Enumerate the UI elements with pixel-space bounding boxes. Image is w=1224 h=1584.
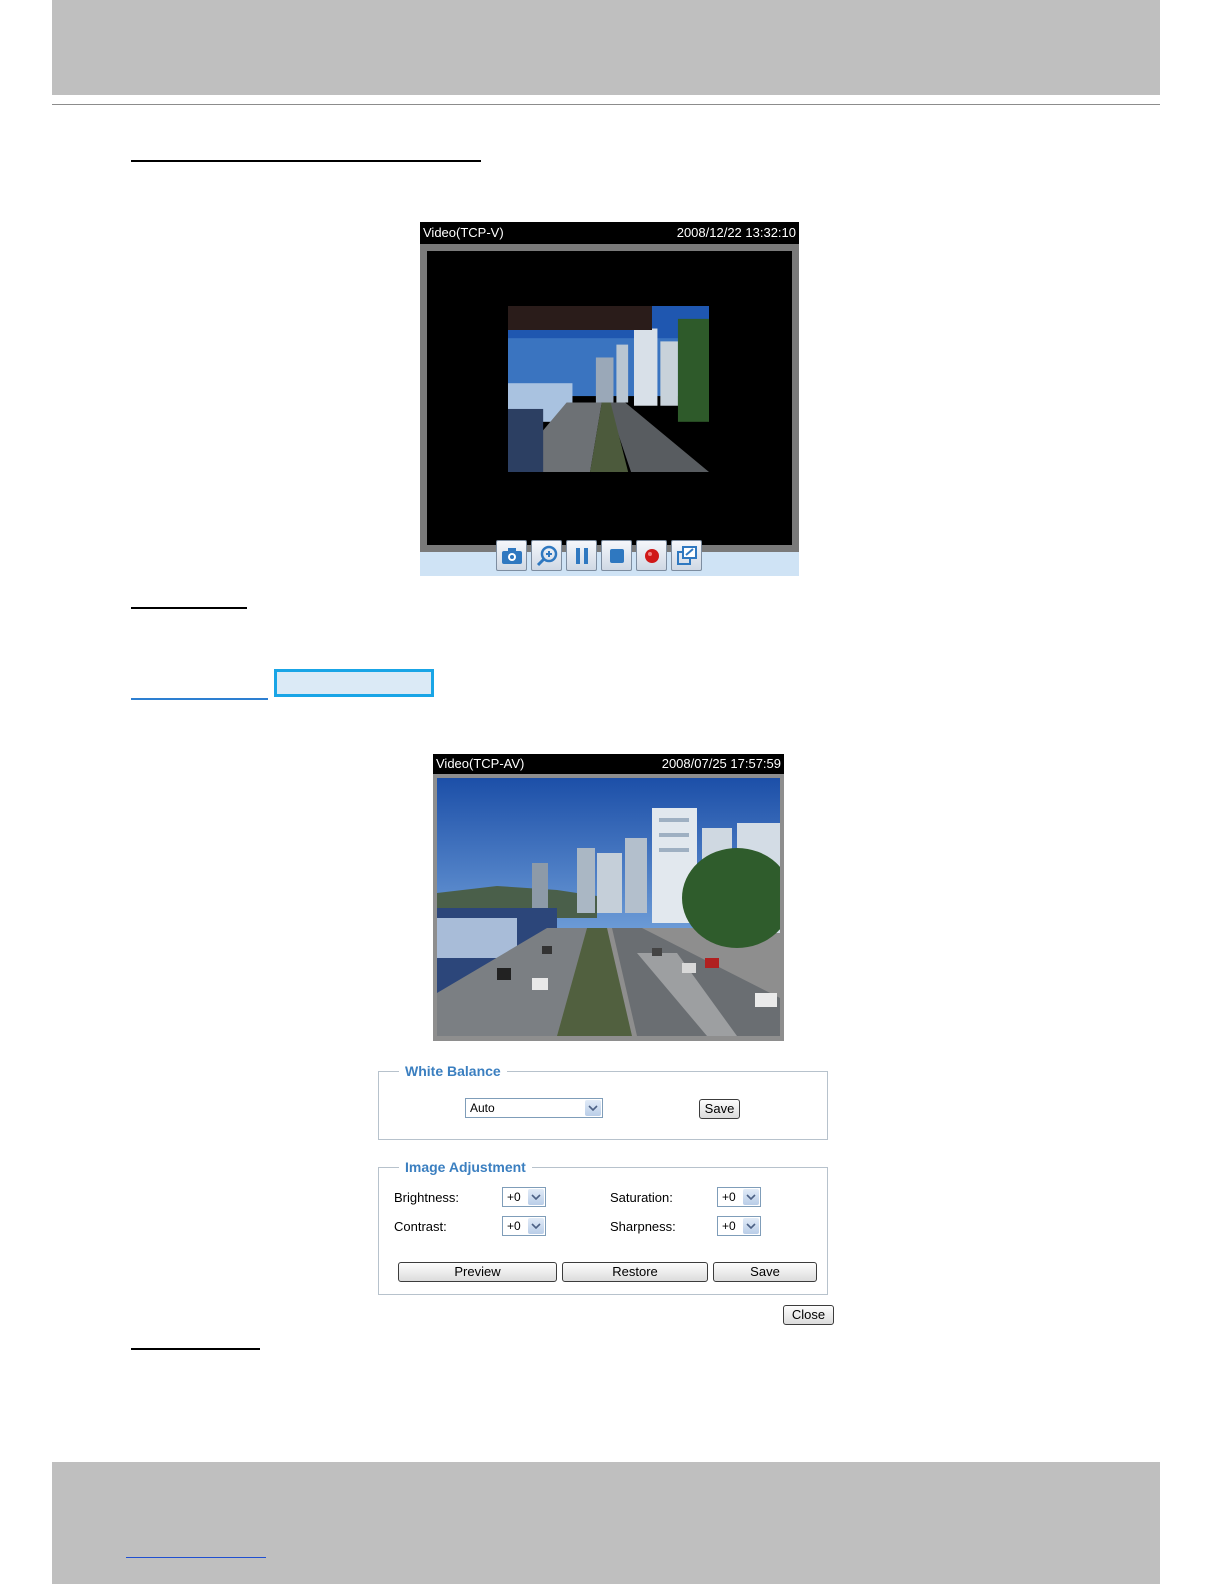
chevron-down-icon	[528, 1218, 544, 1234]
stop-icon	[610, 549, 624, 563]
sharpness-label: Sharpness:	[610, 1219, 676, 1234]
saturation-select[interactable]: +0	[717, 1187, 761, 1207]
video-image[interactable]	[437, 778, 780, 1036]
white-balance-value: Auto	[470, 1101, 495, 1115]
timestamp-label: 2008/12/22 13:32:10	[676, 225, 796, 240]
restore-button[interactable]: Restore	[562, 1262, 708, 1282]
image-adjustment-save-button[interactable]: Save	[713, 1262, 817, 1282]
brightness-select[interactable]: +0	[502, 1187, 546, 1207]
chevron-down-icon	[528, 1189, 544, 1205]
white-balance-legend: White Balance	[399, 1062, 507, 1080]
sharpness-select[interactable]: +0	[717, 1216, 761, 1236]
live-viewer-zoomed: Video(TCP-V) 2008/12/22 13:32:10	[420, 222, 799, 576]
brightness-value: +0	[507, 1190, 521, 1204]
white-balance-fieldset: White Balance Auto Save	[378, 1062, 828, 1140]
fullscreen-icon	[677, 546, 697, 565]
digital-zoom-button[interactable]	[531, 540, 562, 571]
stop-button[interactable]	[601, 540, 632, 571]
video-image-zoomed	[508, 306, 709, 472]
fullscreen-button[interactable]	[671, 540, 702, 571]
white-balance-save-button[interactable]: Save	[699, 1099, 740, 1119]
image-adjustment-legend: Image Adjustment	[399, 1158, 532, 1176]
highlighted-link-box[interactable]	[274, 669, 434, 697]
sharpness-value: +0	[722, 1219, 736, 1233]
record-button[interactable]	[636, 540, 667, 571]
snapshot-button[interactable]	[496, 540, 527, 571]
pause-icon	[576, 548, 588, 564]
subheading-underline	[131, 1348, 260, 1350]
contrast-select[interactable]: +0	[502, 1216, 546, 1236]
contrast-value: +0	[507, 1219, 521, 1233]
header-rule	[52, 104, 1160, 105]
chevron-down-icon	[585, 1100, 601, 1116]
video-caption-bar: Video(TCP-AV) 2008/07/25 17:57:59	[433, 754, 784, 774]
video-caption-bar: Video(TCP-V) 2008/12/22 13:32:10	[420, 222, 799, 244]
protocol-label: Video(TCP-V)	[423, 225, 504, 240]
chevron-down-icon	[743, 1218, 759, 1234]
viewer-toolbar	[496, 540, 726, 574]
saturation-label: Saturation:	[610, 1190, 673, 1205]
chevron-down-icon	[743, 1189, 759, 1205]
link-underline	[131, 698, 268, 700]
preview-button[interactable]: Preview	[398, 1262, 557, 1282]
record-icon	[645, 549, 659, 563]
image-adjustment-fieldset: Image Adjustment Brightness: +0 Saturati…	[378, 1158, 828, 1295]
white-balance-select[interactable]: Auto	[465, 1098, 603, 1118]
saturation-value: +0	[722, 1190, 736, 1204]
page-footer-band	[52, 1462, 1160, 1584]
contrast-label: Contrast:	[394, 1219, 447, 1234]
footer-link-underline[interactable]	[126, 1557, 266, 1558]
zoom-in-icon	[536, 545, 558, 567]
brightness-label: Brightness:	[394, 1190, 460, 1205]
image-overlay-bar	[508, 306, 652, 330]
subheading-underline	[131, 607, 247, 609]
live-viewer-full: Video(TCP-AV) 2008/07/25 17:57:59	[433, 754, 784, 1041]
pause-button[interactable]	[566, 540, 597, 571]
protocol-label: Video(TCP-AV)	[436, 756, 525, 771]
timestamp-label: 2008/07/25 17:57:59	[661, 756, 781, 771]
video-frame	[420, 244, 799, 552]
video-screen[interactable]	[427, 251, 792, 545]
page-header-band	[52, 0, 1160, 95]
camera-icon	[502, 548, 522, 564]
close-button[interactable]: Close	[783, 1305, 834, 1325]
section-heading-underline	[131, 160, 481, 162]
video-frame	[433, 774, 784, 1041]
